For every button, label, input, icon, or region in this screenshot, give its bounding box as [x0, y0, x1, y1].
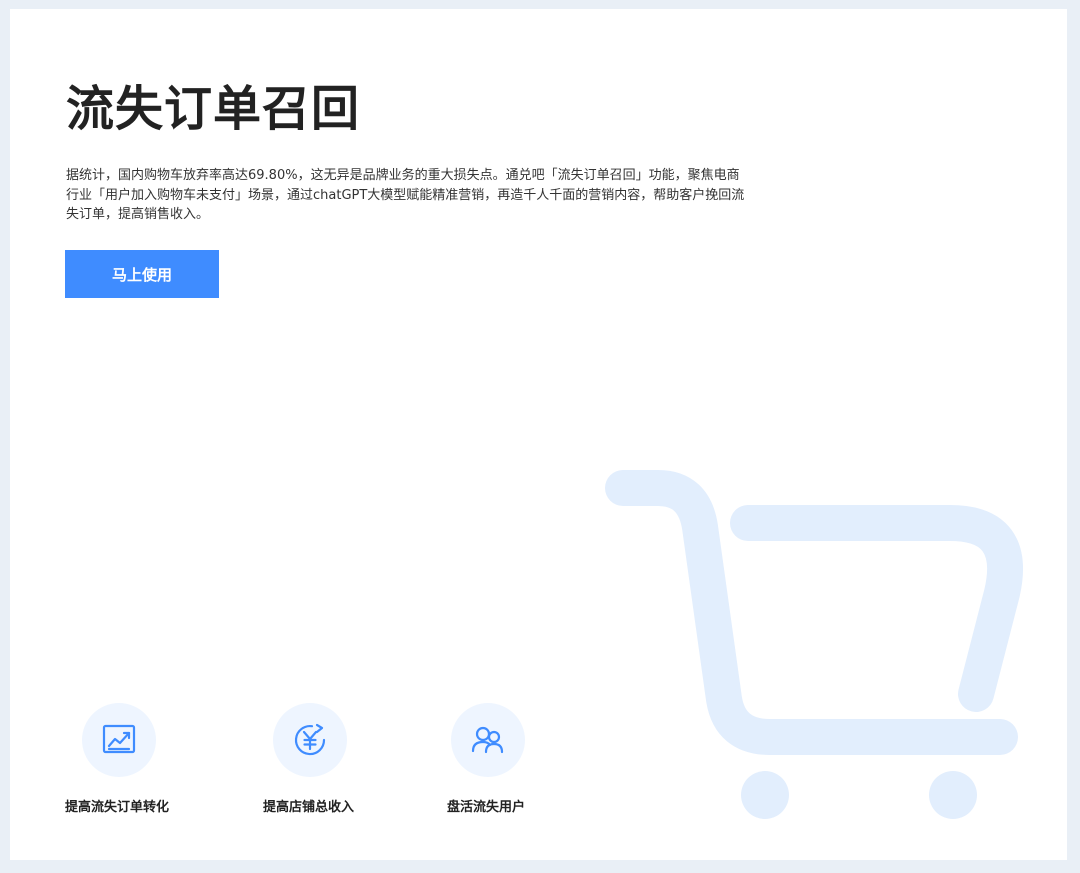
- feature-label: 提高店铺总收入: [263, 800, 355, 815]
- yuan-refresh-icon: [294, 723, 326, 756]
- feature-label: 提高流失订单转化: [65, 800, 170, 815]
- trend-chart-icon: [102, 724, 136, 754]
- feature-reactivate-users: 盘活流失用户: [447, 703, 607, 823]
- page-title: 流失订单召回: [66, 81, 361, 137]
- feature-increase-conversion: 提高流失订单转化: [65, 703, 225, 823]
- feature-icon-badge: [451, 703, 525, 777]
- hero-card: 流失订单召回 据统计，国内购物车放弃率高达69.80%，这无异是品牌业务的重大损…: [10, 9, 1067, 860]
- users-icon: [471, 726, 504, 754]
- feature-icon-badge: [82, 703, 156, 777]
- feature-increase-revenue: 提高店铺总收入: [263, 703, 423, 823]
- feature-label: 盘活流失用户: [447, 800, 526, 815]
- hero-description: 据统计，国内购物车放弃率高达69.80%，这无异是品牌业务的重大损失点。通兑吧「…: [66, 168, 745, 222]
- use-now-button[interactable]: 马上使用: [65, 250, 219, 298]
- feature-icon-badge: [273, 703, 347, 777]
